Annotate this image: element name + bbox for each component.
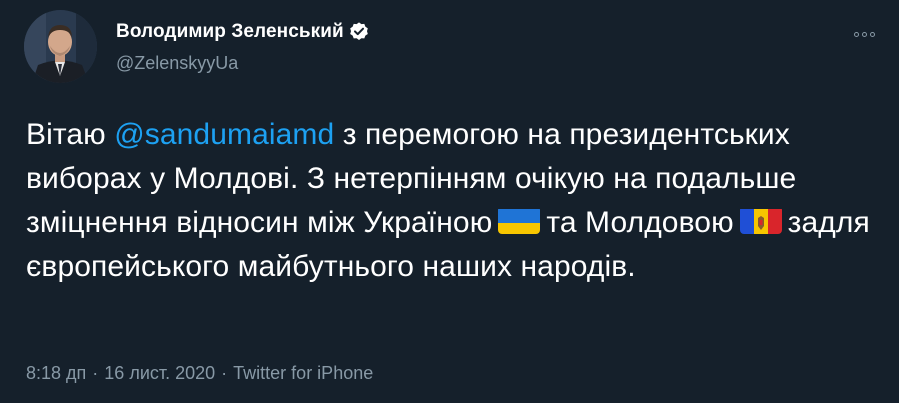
avatar[interactable] [24,10,97,83]
dot [869,31,875,37]
tweet-text-segment: та Молдовою [546,206,734,239]
tweet-source[interactable]: Twitter for iPhone [233,363,373,383]
tweet-metadata: 8:18 дп · 16 лист. 2020 · Twitter for iPhone [26,363,373,384]
dot [853,31,859,37]
separator: · [92,363,99,383]
ukraine-flag-icon [498,206,541,234]
author-handle[interactable]: @ZelenskyyUa [116,53,370,74]
author-header: Володимир Зеленський @ZelenskyyUa [116,19,370,74]
moldova-flag-icon [739,206,782,234]
tweet-date[interactable]: 16 лист. 2020 [104,363,215,383]
avatar-photo [24,10,97,83]
author-name[interactable]: Володимир Зеленський [116,21,344,43]
more-options-icon[interactable] [849,26,879,42]
tweet-time[interactable]: 8:18 дп [26,363,86,383]
tweet-text: Вітаю @sandumaiamd з перемогою на презид… [26,113,876,289]
verified-badge-icon [348,21,370,43]
name-row: Володимир Зеленський [116,19,370,45]
tweet-card: Володимир Зеленський @ZelenskyyUa Вітаю … [0,0,899,403]
tweet-text-segment: Вітаю [26,118,115,151]
dot [861,31,867,37]
separator: · [221,363,228,383]
mention-link[interactable]: @sandumaiamd [114,118,334,151]
